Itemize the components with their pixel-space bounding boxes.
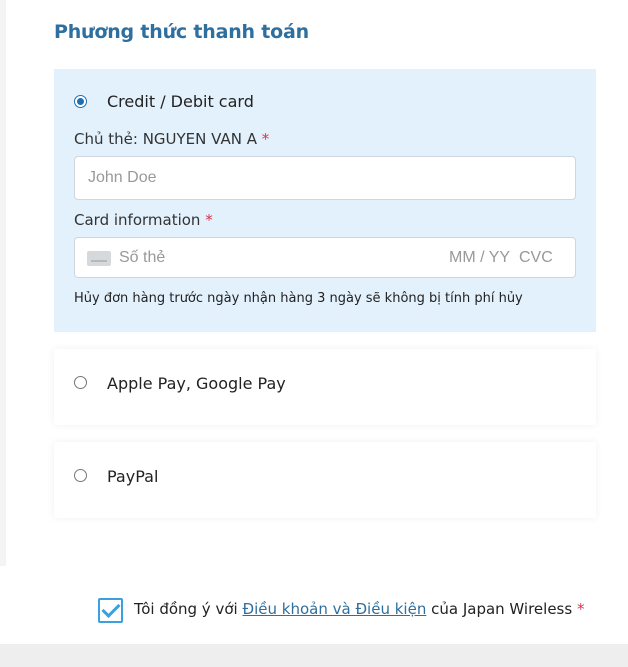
cardholder-label: Chủ thẻ: NGUYEN VAN A * — [74, 130, 269, 148]
terms-suffix: của Japan Wireless — [431, 600, 573, 618]
apple-google-pay-radio[interactable] — [74, 376, 87, 389]
cardholder-name-input[interactable]: John Doe — [74, 156, 576, 200]
card-info-label: Card information * — [74, 211, 213, 229]
paypal-label: PayPal — [107, 467, 159, 486]
terms-required-mark: * — [576, 600, 585, 618]
paypal-radio[interactable] — [74, 469, 87, 482]
terms-prefix: Tôi đồng ý với — [134, 600, 238, 618]
card-number-field[interactable]: Số thẻ — [119, 249, 165, 267]
terms-link[interactable]: Điều khoản và Điều kiện — [242, 600, 426, 618]
cardholder-required-mark: * — [261, 130, 270, 148]
terms-text: Tôi đồng ý với Điều khoản và Điều kiện c… — [134, 600, 584, 618]
card-info-required-mark: * — [205, 211, 213, 229]
payment-option-paypal[interactable]: PayPal — [54, 442, 596, 518]
payment-option-apple-google-pay[interactable]: Apple Pay, Google Pay — [54, 349, 596, 425]
cancellation-note: Hủy đơn hàng trước ngày nhận hàng 3 ngày… — [74, 291, 523, 306]
credit-card-radio[interactable] — [74, 95, 87, 108]
payment-option-credit-card[interactable]: Credit / Debit card Chủ thẻ: NGUYEN VAN … — [54, 69, 596, 332]
card-info-label-text: Card information — [74, 211, 201, 229]
card-cvc-field[interactable]: CVC — [519, 249, 553, 267]
card-expiry-field[interactable]: MM / YY — [449, 249, 510, 267]
credit-card-label: Credit / Debit card — [107, 92, 254, 111]
terms-checkbox[interactable] — [98, 598, 123, 623]
footer-strip — [0, 644, 628, 667]
card-info-input[interactable]: Số thẻ MM / YY CVC — [74, 237, 576, 278]
section-title: Phương thức thanh toán — [54, 21, 309, 43]
apple-google-pay-label: Apple Pay, Google Pay — [107, 374, 286, 393]
cardholder-placeholder: John Doe — [88, 169, 157, 186]
cardholder-label-text: Chủ thẻ: NGUYEN VAN A — [74, 130, 257, 148]
credit-card-icon — [87, 251, 111, 266]
